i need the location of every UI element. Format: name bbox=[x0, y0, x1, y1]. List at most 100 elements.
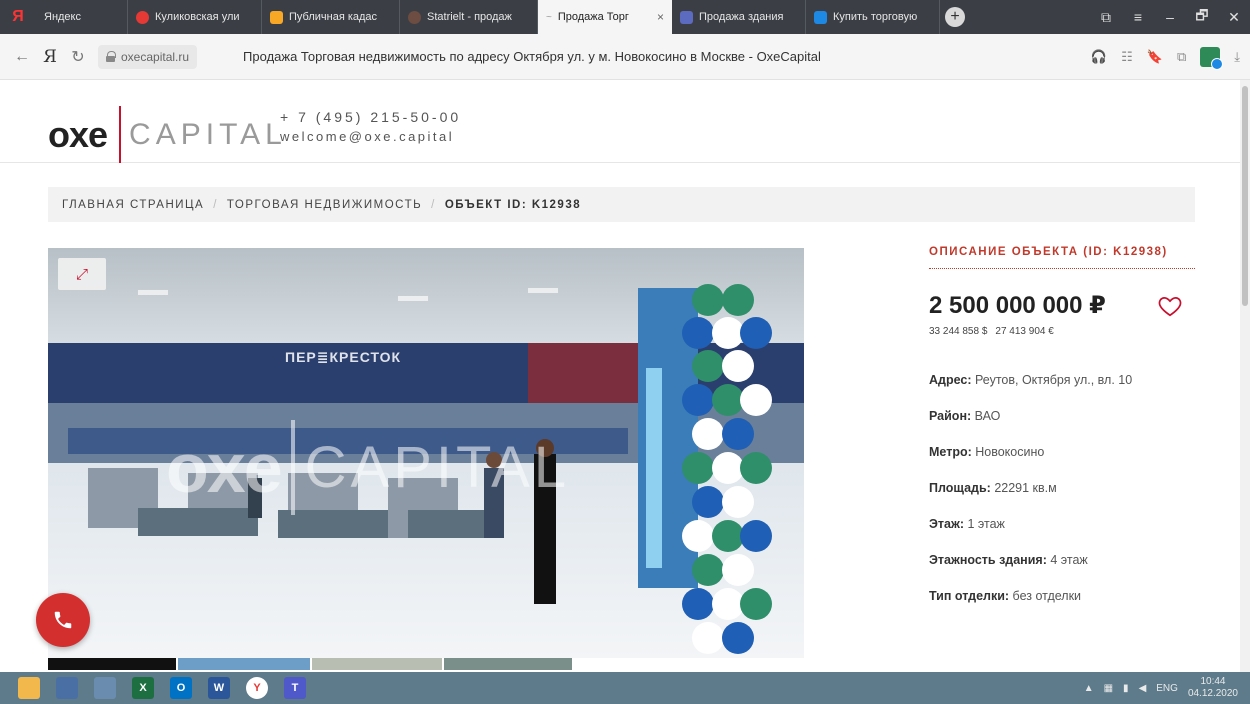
system-tray: ▲ ▦ ▮ ◀ ENG 10:44 04.12.2020 bbox=[1084, 676, 1250, 700]
logo-capital-text: CAPITAL bbox=[129, 117, 287, 151]
breadcrumb-separator: / bbox=[213, 198, 218, 211]
tab-label: Яндекс bbox=[44, 11, 81, 23]
object-photo[interactable]: ПЕР≣КРЕСТОК oxe CAPITAL ⤢ bbox=[48, 248, 804, 658]
tab-audio-icon: ~ bbox=[546, 11, 552, 23]
site-header: oxe CAPITAL + 7 (495) 215-50-00 welcome@… bbox=[0, 80, 1240, 163]
minimize-icon[interactable]: ‒ bbox=[1154, 9, 1186, 25]
tab-prodazha-zdaniya[interactable]: Продажа здания bbox=[672, 0, 806, 34]
property-metro: Метро: Новокосино bbox=[929, 445, 1045, 459]
downloads-icon[interactable]: ⤓ bbox=[1234, 49, 1240, 65]
logo-oxe-text: oxe bbox=[48, 113, 108, 155]
tab-public-cadastral[interactable]: Публичная кадас bbox=[262, 0, 400, 34]
watermark-oxe: oxe bbox=[166, 428, 283, 507]
map-pin-icon bbox=[136, 10, 149, 24]
tab-kulikovskaya[interactable]: Куликовская ули bbox=[128, 0, 262, 34]
battery-icon[interactable]: ▮ bbox=[1123, 683, 1129, 694]
teams-taskbar-icon[interactable]: T bbox=[276, 672, 314, 704]
clock-date: 04.12.2020 bbox=[1187, 688, 1238, 699]
bookmark-icon[interactable]: 🔖 bbox=[1147, 49, 1163, 65]
tab-label: Продажа Торг bbox=[557, 11, 629, 23]
statrielt-favicon-icon bbox=[408, 10, 421, 24]
breadcrumb: ГЛАВНАЯ СТРАНИЦА / ТОРГОВАЯ НЕДВИЖИМОСТЬ… bbox=[48, 187, 1195, 222]
thumbnail[interactable] bbox=[48, 658, 176, 670]
store-sign-text: ПЕР≣КРЕСТОК bbox=[285, 349, 402, 365]
favorite-heart-icon[interactable] bbox=[1157, 293, 1183, 319]
address-bar: ← Я ↻ oxecapital.ru Продажа Торговая нед… bbox=[0, 34, 1250, 80]
watermark-divider bbox=[290, 420, 295, 515]
tab-yandex[interactable]: Яндекс bbox=[36, 0, 128, 34]
breadcrumb-separator: / bbox=[431, 198, 436, 211]
tab-active-prodazha-torg[interactable]: ~ Продажа Торг × bbox=[538, 0, 672, 34]
windows-taskbar: X O W Y T ▲ ▦ ▮ ◀ ENG 10:44 04.12.2020 bbox=[0, 672, 1250, 704]
thumbnail[interactable] bbox=[444, 658, 572, 670]
network-icon[interactable]: ▦ bbox=[1104, 683, 1113, 694]
close-window-icon[interactable]: ✕ bbox=[1218, 9, 1250, 26]
object-description-panel: ОПИСАНИЕ ОБЪЕКТА (ID: K12938) 2 500 000 … bbox=[929, 246, 1195, 625]
reader-mode-icon[interactable]: ☷ bbox=[1121, 49, 1133, 65]
breadcrumb-home-link[interactable]: ГЛАВНАЯ СТРАНИЦА bbox=[62, 199, 204, 211]
thumbnail[interactable] bbox=[178, 658, 310, 670]
settings-menu-icon[interactable]: ≡ bbox=[1122, 9, 1154, 25]
logo-divider bbox=[119, 106, 122, 163]
price-eur: 27 413 904 € bbox=[995, 326, 1054, 337]
phone-link[interactable]: + 7 (495) 215-50-00 bbox=[280, 108, 461, 127]
yandex-logo-icon: Я bbox=[12, 8, 24, 25]
arrow-favicon-icon bbox=[814, 10, 827, 24]
excel-taskbar-icon[interactable]: X bbox=[124, 672, 162, 704]
property-building-floors: Этажность здания: 4 этаж bbox=[929, 553, 1088, 567]
chart-app-taskbar-icon[interactable] bbox=[48, 672, 86, 704]
browser-tab-strip: Я Яндекс Куликовская ули Публичная кадас… bbox=[0, 0, 1250, 34]
site-logo[interactable]: oxe CAPITAL bbox=[48, 106, 287, 163]
yandex-browser-taskbar-icon[interactable]: Y bbox=[238, 672, 276, 704]
property-address: Адрес: Реутов, Октября ул., вл. 10 bbox=[929, 373, 1133, 387]
thumbnail[interactable] bbox=[312, 658, 442, 670]
balloon-column bbox=[682, 284, 772, 654]
fullscreen-expand-button[interactable]: ⤢ bbox=[58, 258, 106, 290]
page-scrollbar[interactable] bbox=[1240, 80, 1250, 672]
property-district: Район: ВАО bbox=[929, 409, 1001, 423]
new-tab-button[interactable]: + bbox=[940, 0, 970, 34]
price-rub: 2 500 000 000 ₽ bbox=[929, 292, 1106, 319]
tab-kupit-torgovuyu[interactable]: Купить торговую bbox=[806, 0, 940, 34]
address-bar-actions: 🎧 ☷ 🔖 ⧉ ⤓ bbox=[1091, 46, 1250, 70]
close-tab-icon[interactable]: × bbox=[657, 10, 664, 24]
word-taskbar-icon[interactable]: W bbox=[200, 672, 238, 704]
paint-taskbar-icon[interactable] bbox=[86, 672, 124, 704]
scrollbar-thumb[interactable] bbox=[1242, 86, 1248, 306]
property-area: Площадь: 22291 кв.м bbox=[929, 481, 1057, 495]
expand-icon: ⤢ bbox=[75, 265, 88, 283]
tab-label: Продажа здания bbox=[699, 11, 784, 23]
property-finish-type: Тип отделки: без отделки bbox=[929, 589, 1082, 603]
headphones-icon[interactable]: 🎧 bbox=[1091, 49, 1107, 65]
page-title-in-address[interactable]: Продажа Торговая недвижимость по адресу … bbox=[243, 49, 821, 64]
tab-label: Куликовская ули bbox=[155, 11, 240, 23]
volume-icon[interactable]: ◀ bbox=[1139, 683, 1147, 694]
object-description-title: ОПИСАНИЕ ОБЪЕКТА (ID: K12938) bbox=[929, 246, 1195, 269]
header-contacts: + 7 (495) 215-50-00 welcome@oxe.capital bbox=[280, 108, 461, 146]
restore-icon[interactable]: 🗗 bbox=[1186, 5, 1218, 29]
outlook-taskbar-icon[interactable]: O bbox=[162, 672, 200, 704]
plus-icon: + bbox=[945, 7, 965, 27]
breadcrumb-category-link[interactable]: ТОРГОВАЯ НЕДВИЖИМОСТЬ bbox=[227, 199, 422, 211]
language-indicator[interactable]: ENG bbox=[1156, 683, 1178, 694]
yandex-menu-button[interactable]: Я bbox=[0, 0, 36, 34]
tab-label: Купить торговую bbox=[833, 11, 918, 23]
tab-statrielt[interactable]: Statrielt - продаж bbox=[400, 0, 538, 34]
reload-icon[interactable]: ↻ bbox=[64, 47, 92, 67]
collections-icon[interactable]: ⧉ bbox=[1177, 49, 1186, 65]
domain-pill[interactable]: oxecapital.ru bbox=[98, 44, 198, 69]
watermark-capital: CAPITAL bbox=[304, 435, 571, 500]
building-favicon-icon bbox=[680, 10, 693, 24]
clock[interactable]: 10:44 04.12.2020 bbox=[1188, 676, 1238, 700]
tabs-menu-icon[interactable]: ⧉ bbox=[1090, 9, 1122, 26]
back-arrow-icon[interactable]: ← bbox=[8, 48, 36, 66]
extension-icon[interactable] bbox=[1200, 46, 1224, 70]
tray-expand-icon[interactable]: ▲ bbox=[1084, 683, 1094, 694]
email-link[interactable]: welcome@oxe.capital bbox=[280, 127, 461, 146]
clock-time: 10:44 bbox=[1200, 676, 1226, 687]
call-button[interactable] bbox=[36, 593, 90, 647]
phone-icon bbox=[54, 611, 72, 629]
explorer-taskbar-icon[interactable] bbox=[10, 672, 48, 704]
object-properties: Адрес: Реутов, Октября ул., вл. 10 Район… bbox=[929, 373, 1195, 625]
yandex-home-icon[interactable]: Я bbox=[36, 47, 64, 67]
